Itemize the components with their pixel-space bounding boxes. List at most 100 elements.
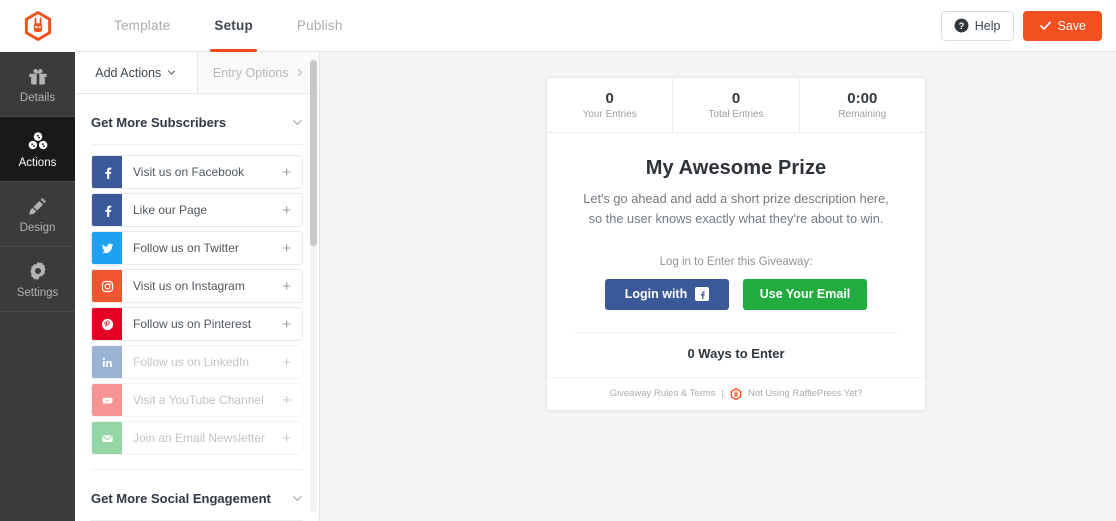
sidebar-item-settings[interactable]: Settings	[0, 247, 75, 312]
action-like-page[interactable]: Like our Page +	[91, 193, 303, 227]
tab-setup[interactable]: Setup	[192, 0, 275, 52]
rafflepress-builder: Template Setup Publish ? Help Save Detai…	[0, 0, 1116, 521]
tab-add-actions[interactable]: Add Actions	[75, 52, 197, 93]
actions-list: Visit us on Facebook + Like our Page + F…	[75, 145, 319, 455]
panel-scrollbar-thumb[interactable]	[310, 60, 317, 246]
action-label: Visit us on Instagram	[133, 279, 245, 293]
tab-setup-label: Setup	[214, 18, 253, 33]
sidebar-item-actions[interactable]: Actions	[0, 117, 75, 182]
save-button[interactable]: Save	[1022, 10, 1102, 41]
action-follow-pinterest[interactable]: Follow us on Pinterest +	[91, 307, 303, 341]
plus-icon[interactable]: +	[282, 317, 302, 332]
facebook-icon	[92, 194, 122, 226]
section-get-more-social-engagement-label: Get More Social Engagement	[91, 490, 271, 506]
divider	[91, 469, 303, 470]
save-label: Save	[1057, 18, 1087, 33]
linkedin-icon	[92, 346, 122, 378]
plus-icon[interactable]: +	[282, 393, 302, 408]
action-label: Visit a YouTube Channel	[133, 393, 264, 407]
instagram-icon	[92, 270, 122, 302]
stat-label: Total Entries	[708, 109, 764, 120]
help-label: Help	[974, 18, 1001, 33]
sidebar-item-details-label: Details	[19, 91, 56, 104]
panel-scrollbar[interactable]	[310, 58, 317, 513]
tab-publish[interactable]: Publish	[275, 0, 365, 52]
pinterest-icon	[92, 308, 122, 340]
plus-icon[interactable]: +	[282, 355, 302, 370]
sidebar-item-settings-label: Settings	[16, 286, 59, 299]
stat-your-entries: 0 Your Entries	[547, 78, 672, 132]
action-follow-twitter[interactable]: Follow us on Twitter +	[91, 231, 303, 265]
actions-panel: Add Actions Entry Options Get More Subsc…	[75, 52, 320, 521]
action-follow-linkedin[interactable]: Follow us on LinkedIn +	[91, 345, 303, 379]
chevron-down-icon	[293, 119, 302, 125]
plus-icon[interactable]: +	[282, 203, 302, 218]
twitter-icon	[92, 232, 122, 264]
plus-icon[interactable]: +	[282, 431, 302, 446]
app-logo[interactable]	[0, 0, 75, 52]
facebook-icon	[92, 156, 122, 188]
help-button[interactable]: ? Help	[940, 10, 1014, 41]
sidebar-item-details[interactable]: Details	[0, 52, 75, 117]
envelope-icon	[92, 422, 122, 454]
plus-icon[interactable]: +	[282, 241, 302, 256]
tab-entry-options-label: Entry Options	[212, 65, 289, 80]
rafflepress-logo-icon	[24, 10, 51, 41]
login-with-facebook-button[interactable]: Login with	[605, 278, 729, 310]
stat-value: 0	[731, 90, 741, 107]
giveaway-body: My Awesome Prize Let's go ahead and add …	[547, 133, 925, 361]
top-tabs: Template Setup Publish	[92, 0, 365, 52]
stat-total-entries: 0 Total Entries	[672, 78, 798, 132]
widget-footer: Giveaway Rules & Terms | Not Using Raffl…	[547, 376, 925, 410]
use-your-email-label: Use Your Email	[759, 287, 851, 302]
plus-icon[interactable]: +	[282, 279, 302, 294]
blocks-icon	[28, 131, 47, 149]
action-visit-youtube[interactable]: Visit a YouTube Channel +	[91, 383, 303, 417]
section-get-more-social-engagement[interactable]: Get More Social Engagement	[75, 476, 319, 520]
plus-icon[interactable]: +	[282, 165, 302, 180]
rafflepress-logo-icon	[730, 387, 742, 400]
action-join-newsletter[interactable]: Join an Email Newsletter +	[91, 421, 303, 455]
svg-text:?: ?	[958, 21, 964, 31]
sidebar-item-design-label: Design	[19, 221, 56, 234]
top-bar: Template Setup Publish ? Help Save	[0, 0, 1116, 52]
giveaway-widget: 0 Your Entries 0 Total Entries 0:00 Rema…	[546, 77, 926, 411]
action-visit-facebook[interactable]: Visit us on Facebook +	[91, 155, 303, 189]
stat-value: 0	[605, 90, 614, 107]
sidebar-item-design[interactable]: Design	[0, 182, 75, 247]
check-icon	[1039, 21, 1051, 30]
action-label: Like our Page	[133, 203, 208, 217]
chevron-right-icon	[297, 68, 302, 77]
tab-entry-options[interactable]: Entry Options	[196, 52, 319, 93]
section-get-more-subscribers-label: Get More Subscribers	[91, 114, 227, 130]
pencil-ruler-icon	[28, 197, 46, 215]
action-label: Visit us on Facebook	[133, 165, 245, 179]
action-label: Follow us on Twitter	[133, 241, 239, 255]
giveaway-rules-link[interactable]: Giveaway Rules & Terms	[610, 388, 716, 399]
prize-title: My Awesome Prize	[645, 157, 827, 179]
action-visit-instagram[interactable]: Visit us on Instagram +	[91, 269, 303, 303]
stat-label: Remaining	[838, 109, 887, 120]
login-buttons: Login with Use Your Email	[575, 278, 897, 310]
tab-add-actions-label: Add Actions	[95, 65, 162, 80]
tab-publish-label: Publish	[296, 18, 343, 33]
login-prompt: Log in to Enter this Giveaway:	[659, 255, 813, 268]
facebook-icon	[695, 287, 710, 302]
gear-icon	[29, 261, 46, 280]
tab-template[interactable]: Template	[92, 0, 192, 52]
left-rail: Details Actions Design Settings	[0, 52, 75, 521]
youtube-icon	[92, 384, 122, 416]
action-label: Follow us on Pinterest	[133, 317, 252, 331]
panel-tabs: Add Actions Entry Options	[75, 52, 319, 94]
not-using-rafflepress-link[interactable]: Not Using RafflePress Yet?	[748, 388, 862, 399]
sidebar-item-actions-label: Actions	[18, 156, 57, 169]
stat-remaining: 0:00 Remaining	[798, 78, 925, 132]
chevron-down-icon	[293, 495, 302, 501]
section-get-more-subscribers[interactable]: Get More Subscribers	[75, 100, 319, 144]
stat-value: 0:00	[847, 90, 878, 107]
use-your-email-button[interactable]: Use Your Email	[743, 278, 867, 310]
preview-canvas: 0 Your Entries 0 Total Entries 0:00 Rema…	[320, 52, 1116, 521]
ways-to-enter: 0 Ways to Enter	[687, 345, 785, 361]
action-label: Follow us on LinkedIn	[133, 355, 250, 369]
tab-template-label: Template	[114, 18, 171, 33]
